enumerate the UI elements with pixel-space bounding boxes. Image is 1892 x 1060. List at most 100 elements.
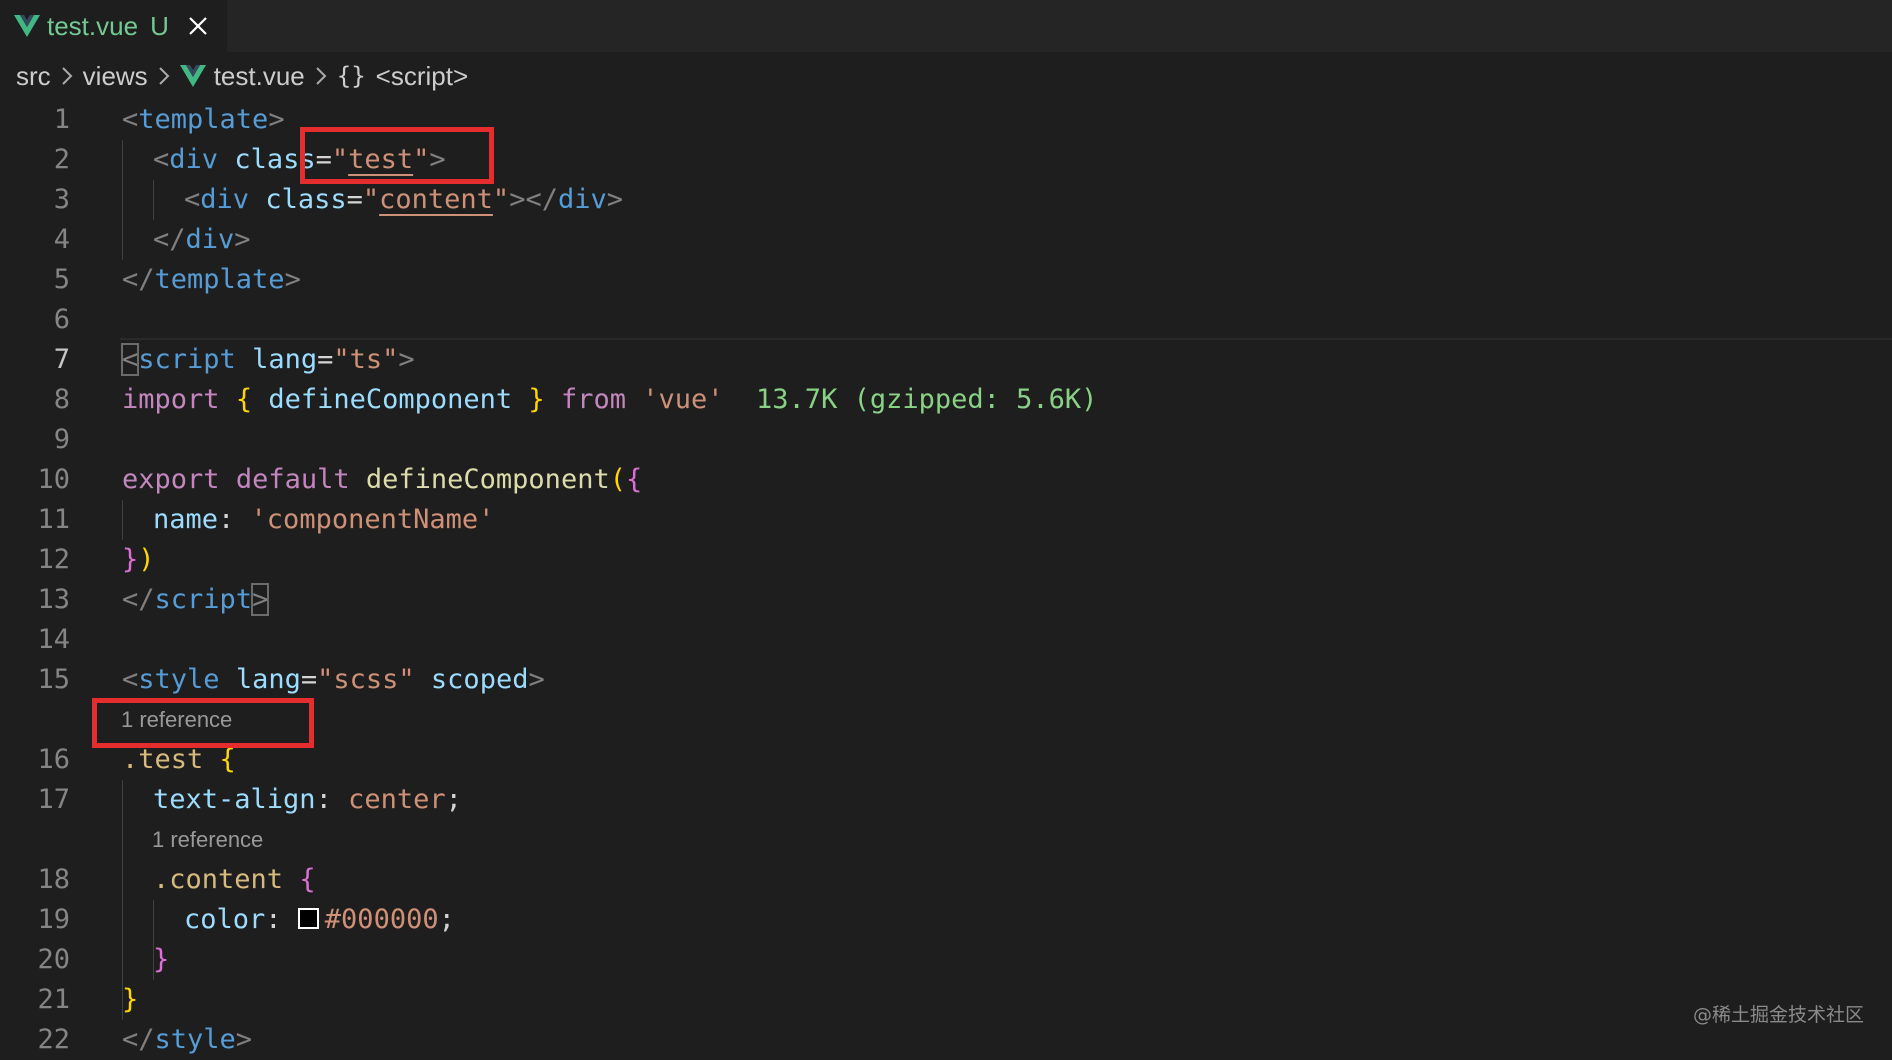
code-token: div [169,144,219,175]
code-token: > [234,224,251,255]
code-line[interactable]: 11 name: 'componentName' [0,500,1892,540]
code-token: < [122,104,139,135]
code-text: } [153,940,169,980]
code-line[interactable]: 20} [0,940,1892,980]
symbol-namespace-icon: {} [336,62,366,90]
code-token: > [268,104,285,135]
vue-file-icon [179,65,206,87]
code-token: </ [122,1024,155,1055]
breadcrumb-item-script[interactable]: <script> [376,61,469,92]
current-line-highlight [120,338,1892,340]
line-number: 6 [53,304,70,335]
indent-guide [122,500,123,540]
tab-test-vue[interactable]: test.vue U [0,0,227,52]
tab-label: test.vue [47,10,139,41]
code-text: }) [122,540,155,580]
indent-guide [122,780,123,1020]
code-token: template [138,104,269,135]
code-line[interactable]: 9 [0,420,1892,460]
line-number: 8 [53,384,70,415]
line-number: 7 [53,344,70,375]
breadcrumb-item-file[interactable]: test.vue [214,61,305,92]
code-line[interactable]: 1 <template> [0,100,1892,140]
code-line[interactable]: 6 [0,300,1892,340]
code-line[interactable]: 8 import { defineComponent } from 'vue' 1… [0,380,1892,420]
code-line[interactable]: 15 <style lang="scss" scoped> [0,660,1892,700]
tab-bar: test.vue U [0,0,1892,52]
code-text: name: 'componentName' [153,500,494,540]
code-token: defineComponent [365,464,610,495]
code-line[interactable]: 18 .content { [0,860,1892,900]
code-token: < [122,664,139,695]
code-token: name [153,504,219,535]
line-number: 9 [53,424,70,455]
color-swatch[interactable] [297,908,319,929]
code-token: "scss" [317,664,415,695]
code-line[interactable]: 7 <script lang="ts"> [0,340,1892,380]
code-line[interactable]: 19 color: #000000; [0,900,1892,940]
line-number: 19 [37,904,70,935]
code-text: .content { [153,860,316,900]
code-token: = [346,184,363,215]
code-line[interactable]: 14 [0,620,1892,660]
code-token: default [235,464,350,495]
code-line[interactable]: 10 export default defineComponent({ [0,460,1892,500]
code-token: < [153,144,170,175]
code-token: > [606,184,624,215]
code-token: export [122,464,220,495]
line-number: 18 [37,864,70,895]
code-editor[interactable]: 1 <template> 2 <div class="test"> 3 <div clas… [0,100,1892,1055]
code-token: .content [153,864,284,895]
close-icon[interactable] [187,15,209,37]
code-token: } [153,944,170,975]
code-token: #000000 [324,904,439,935]
line-number: 15 [37,664,70,695]
code-token: = [317,344,334,375]
code-line[interactable]: 4 </div> [0,220,1892,260]
code-line[interactable]: 3 <div class="content"></div> [0,180,1892,220]
chevron-right-icon [61,67,73,85]
code-token: div [200,184,250,215]
code-token: style [138,664,220,695]
line-number: 14 [37,624,70,655]
code-line[interactable]: 22 </style> [0,1020,1892,1060]
indent-guide [122,140,123,260]
code-token: > [284,264,301,295]
code-line[interactable]: 12}) [0,540,1892,580]
code-line[interactable]: 13 </script> [0,580,1892,620]
codelens-references[interactable]: 1 reference [152,820,263,860]
code-token: : [315,784,349,815]
line-number: 12 [37,544,70,575]
line-number: 13 [37,584,70,615]
code-token: center [348,784,446,815]
code-line[interactable]: 2 <div class="test"> [0,140,1892,180]
code-token: .test [122,744,204,775]
code-line[interactable]: 17 text-align: center; [0,780,1892,820]
code-token: </ [122,264,155,295]
code-token: script [138,344,236,375]
code-token: " [362,184,380,215]
code-text: <template> [122,100,285,140]
code-text: </div> [153,220,251,260]
code-line[interactable]: 5 </template> [0,260,1892,300]
code-token: 'componentName' [250,504,495,535]
code-token: ; [445,784,462,815]
vue-file-icon [14,15,40,37]
code-token: ( [609,464,626,495]
code-token: 'vue' [642,384,724,415]
line-number: 11 [37,504,70,535]
line-number: 17 [37,784,70,815]
code-token: { [219,744,236,775]
code-token: color [184,904,266,935]
breadcrumb-item-src[interactable]: src [16,61,51,92]
code-token: < [184,184,201,215]
code-line[interactable]: 21} [0,980,1892,1020]
code-token: from [560,384,626,415]
breadcrumb-item-views[interactable]: views [83,61,148,92]
